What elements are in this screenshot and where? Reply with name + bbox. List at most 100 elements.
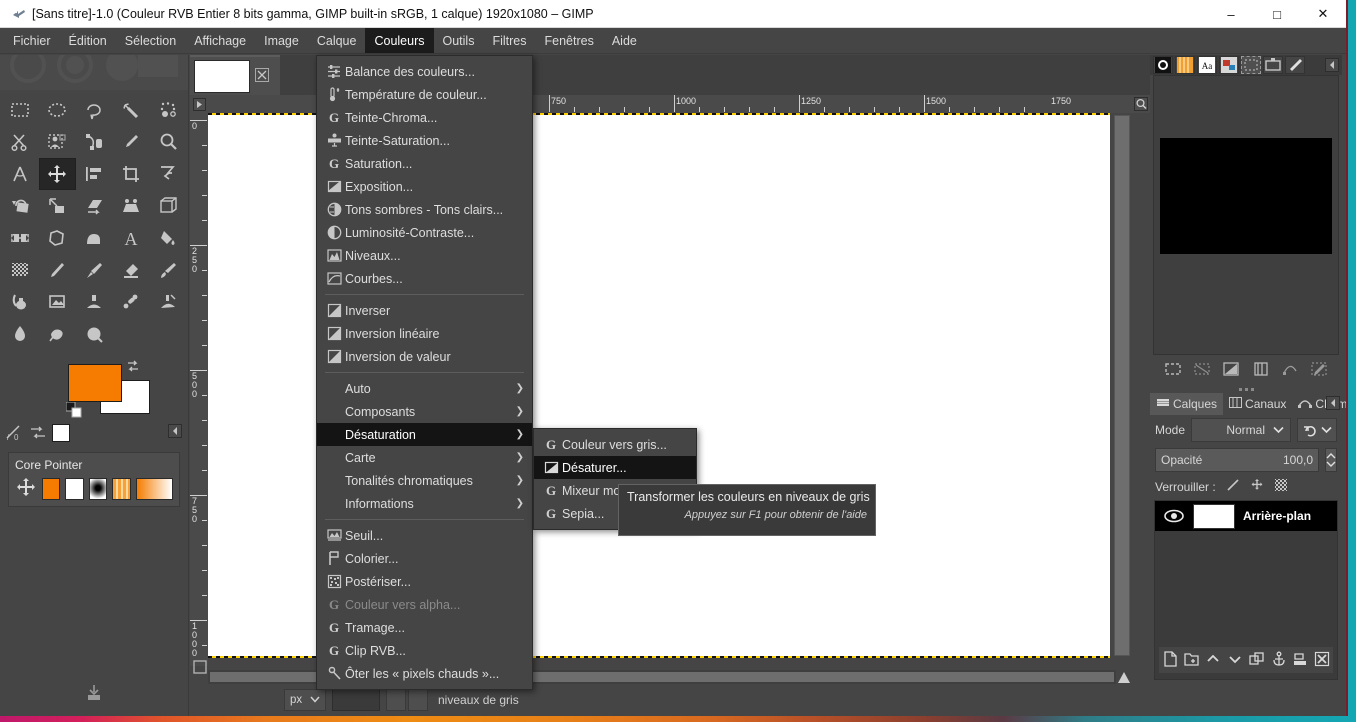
brushes-tab[interactable] xyxy=(1153,56,1173,74)
menuitem-couleur-vers-gris[interactable]: G Couleur vers gris... xyxy=(534,433,696,456)
maximize-button[interactable]: □ xyxy=(1254,0,1300,28)
gradient-indicator[interactable] xyxy=(52,424,70,442)
scale-tool[interactable] xyxy=(39,190,76,222)
opacity-spinner[interactable] xyxy=(1325,448,1337,472)
menuitem-tonalites-chromatiques[interactable]: Tonalités chromatiques ❯ xyxy=(317,469,532,492)
table-row[interactable]: Arrière-plan xyxy=(1155,501,1337,531)
select-all-button[interactable] xyxy=(1164,360,1182,381)
menu-couleurs[interactable]: Couleurs xyxy=(365,28,434,53)
undo-history-tab[interactable] xyxy=(1263,56,1283,74)
device-tool-icon[interactable] xyxy=(15,476,37,501)
menuitem-informations[interactable]: Informations ❯ xyxy=(317,492,532,515)
opacity-slider[interactable]: Opacité 100,0 xyxy=(1155,448,1319,472)
vertical-scrollbar[interactable] xyxy=(1112,113,1132,658)
swap-colors-icon[interactable] xyxy=(126,359,140,376)
brush-indicator[interactable]: /0 xyxy=(4,423,24,443)
menuitem-oter-les-pixels-chauds[interactable]: Ôter les « pixels chauds »... xyxy=(317,662,532,685)
flip-tool[interactable] xyxy=(2,222,39,254)
lock-alpha-icon[interactable] xyxy=(1274,478,1288,495)
patterns-tab[interactable] xyxy=(1175,56,1195,74)
perspective-clone-tool[interactable] xyxy=(113,286,150,318)
zoom-entry[interactable] xyxy=(332,689,380,711)
menuitem-colorier[interactable]: Colorier... xyxy=(317,547,532,570)
mode-reset-button[interactable] xyxy=(1297,418,1337,442)
menuitem-balance-des-couleurs[interactable]: Balance des couleurs... xyxy=(317,60,532,83)
rect-select-tool[interactable] xyxy=(2,94,39,126)
vertical-ruler[interactable]: 0 250 500 750 1000 xyxy=(190,113,208,666)
move-tool[interactable] xyxy=(38,158,76,190)
to-path-button[interactable] xyxy=(1281,360,1299,381)
minimize-button[interactable]: – xyxy=(1208,0,1254,28)
mypaint-brush-tool[interactable] xyxy=(2,286,39,318)
tab-canaux[interactable]: Canaux xyxy=(1223,393,1293,415)
selection-editor-panel[interactable] xyxy=(1153,75,1339,355)
paint-select-tool[interactable] xyxy=(76,318,113,350)
fuzzy-select-tool[interactable] xyxy=(113,94,150,126)
selection-editor-tab[interactable] xyxy=(1241,56,1261,74)
device-gradient-swatch[interactable] xyxy=(135,477,173,500)
stroke-selection-button[interactable] xyxy=(1310,360,1328,381)
paintbrush-tool[interactable] xyxy=(76,254,113,286)
toolbox-collapse-icon[interactable] xyxy=(168,424,182,441)
mode-combo[interactable]: Normal xyxy=(1191,418,1291,442)
rotate-tool[interactable] xyxy=(2,190,39,222)
fonts-tab[interactable]: Aa xyxy=(1197,56,1217,74)
image-tab[interactable] xyxy=(190,55,280,95)
layers-dock-collapse-icon[interactable] xyxy=(1326,396,1340,413)
menu-fichier[interactable]: Fichier xyxy=(4,28,60,53)
zoom-out-button[interactable] xyxy=(386,689,406,711)
pattern-indicator[interactable] xyxy=(28,423,48,443)
dock-separator-grip[interactable] xyxy=(1150,385,1342,393)
menuitem-temperature-de-couleur[interactable]: Température de couleur... xyxy=(317,83,532,106)
device-bg-swatch[interactable] xyxy=(65,477,84,500)
perspective-tool[interactable] xyxy=(113,190,150,222)
menuitem-seuil[interactable]: Seuil... xyxy=(317,524,532,547)
blur-sharpen-tool[interactable] xyxy=(150,286,187,318)
layer-list[interactable]: Arrière-plan xyxy=(1154,500,1338,680)
new-layer-button[interactable] xyxy=(1162,650,1178,670)
crop-tool[interactable] xyxy=(113,158,150,190)
zoom-fit-button[interactable] xyxy=(1132,95,1150,113)
menuitem-teinte-saturation[interactable]: Teinte-Saturation... xyxy=(317,129,532,152)
select-by-color-tool[interactable] xyxy=(150,94,187,126)
menu-aide[interactable]: Aide xyxy=(603,28,646,53)
menuitem-clip-rvb[interactable]: G Clip RVB... xyxy=(317,639,532,662)
invert-selection-button[interactable] xyxy=(1222,360,1240,381)
menuitem-luminosite-contraste[interactable]: Luminosité-Contraste... xyxy=(317,221,532,244)
zoom-in-button[interactable] xyxy=(408,689,428,711)
menu-image[interactable]: Image xyxy=(255,28,308,53)
duplicate-layer-button[interactable] xyxy=(1249,651,1265,670)
menu-filtres[interactable]: Filtres xyxy=(483,28,535,53)
device-pattern-swatch[interactable] xyxy=(112,477,131,500)
menuitem-niveaux[interactable]: Niveaux... xyxy=(317,244,532,267)
device-fg-swatch[interactable] xyxy=(42,477,61,500)
eye-icon[interactable] xyxy=(1155,508,1193,524)
color-picker-tool[interactable] xyxy=(113,126,150,158)
raise-layer-button[interactable] xyxy=(1205,651,1221,670)
foreground-color-swatch[interactable] xyxy=(68,364,122,402)
menuitem-desaturation[interactable]: Désaturation ❯ xyxy=(317,423,532,446)
menu-fenetres[interactable]: Fenêtres xyxy=(535,28,602,53)
menu-calque[interactable]: Calque xyxy=(308,28,366,53)
menuitem-carte[interactable]: Carte ❯ xyxy=(317,446,532,469)
menuitem-saturation[interactable]: G Saturation... xyxy=(317,152,532,175)
shear-tool[interactable] xyxy=(76,190,113,222)
menuitem-composants[interactable]: Composants ❯ xyxy=(317,400,532,423)
tab-calques[interactable]: Calques xyxy=(1150,393,1224,415)
ellipse-select-tool[interactable] xyxy=(39,94,76,126)
menuitem-couleur-vers-alpha[interactable]: G Couleur vers alpha... xyxy=(317,593,532,616)
lock-pixels-icon[interactable] xyxy=(1226,478,1240,495)
menuitem-teinte-chroma[interactable]: G Teinte-Chroma... xyxy=(317,106,532,129)
vertical-scrollbar-thumb[interactable] xyxy=(1114,115,1130,656)
bucket-fill-tool[interactable] xyxy=(150,222,187,254)
menuitem-tons-sombres-tons-clairs[interactable]: Tons sombres - Tons clairs... xyxy=(317,198,532,221)
text-tool[interactable]: A xyxy=(113,222,150,254)
smudge-tool[interactable] xyxy=(2,318,39,350)
ink-tool[interactable] xyxy=(150,254,187,286)
menuitem-inversion-lineaire[interactable]: Inversion linéaire xyxy=(317,322,532,345)
close-button[interactable]: ✕ xyxy=(1300,0,1346,28)
cage-transform-tool[interactable] xyxy=(39,222,76,254)
foreground-select-tool[interactable] xyxy=(39,126,76,158)
menuitem-inverser[interactable]: Inverser xyxy=(317,299,532,322)
merge-down-button[interactable] xyxy=(1292,651,1308,670)
